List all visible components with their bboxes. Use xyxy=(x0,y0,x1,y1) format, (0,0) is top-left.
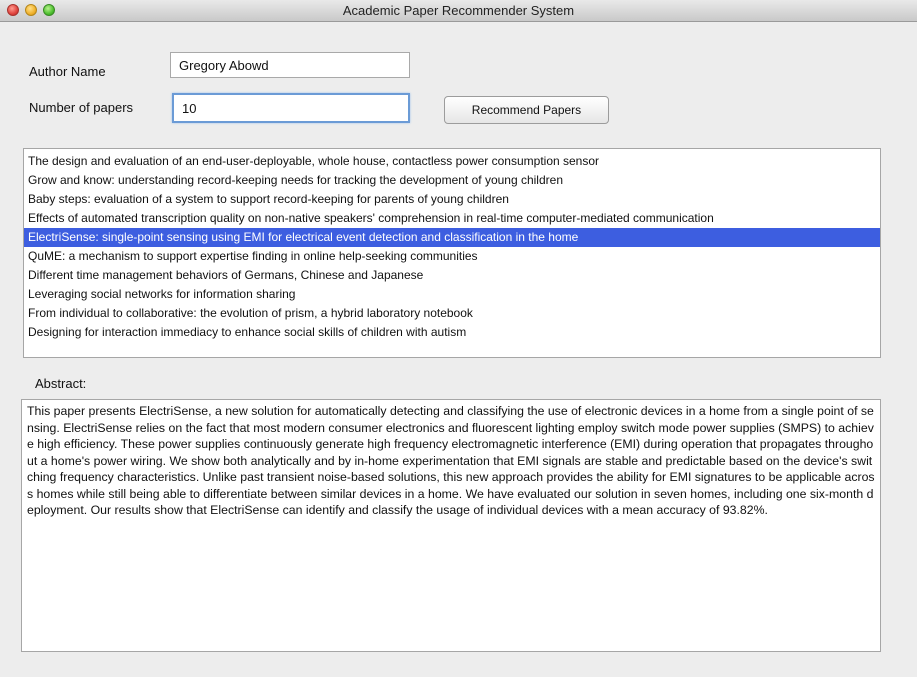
paper-list-item[interactable]: Different time management behaviors of G… xyxy=(24,266,880,285)
paper-list-item[interactable]: Leveraging social networks for informati… xyxy=(24,285,880,304)
paper-list-item[interactable]: The design and evaluation of an end-user… xyxy=(24,152,880,171)
paper-list[interactable]: The design and evaluation of an end-user… xyxy=(23,148,881,358)
paper-list-item[interactable]: Effects of automated transcription quali… xyxy=(24,209,880,228)
number-of-papers-input[interactable] xyxy=(172,93,410,123)
paper-list-item[interactable]: From individual to collaborative: the ev… xyxy=(24,304,880,323)
author-name-label: Author Name xyxy=(29,64,106,79)
title-bar: Academic Paper Recommender System xyxy=(0,0,917,22)
window-title: Academic Paper Recommender System xyxy=(342,3,575,18)
number-of-papers-label: Number of papers xyxy=(29,100,134,115)
paper-list-item[interactable]: Baby steps: evaluation of a system to su… xyxy=(24,190,880,209)
abstract-text: This paper presents ElectriSense, a new … xyxy=(27,404,875,517)
abstract-label: Abstract: xyxy=(35,376,87,391)
abstract-textarea[interactable]: This paper presents ElectriSense, a new … xyxy=(21,399,881,652)
author-name-input[interactable] xyxy=(170,52,410,78)
paper-list-item[interactable]: QuME: a mechanism to support expertise f… xyxy=(24,247,880,266)
recommend-papers-button[interactable]: Recommend Papers xyxy=(444,96,609,124)
paper-list-item[interactable]: Grow and know: understanding record-keep… xyxy=(24,171,880,190)
paper-list-item[interactable]: ElectriSense: single-point sensing using… xyxy=(24,228,880,247)
paper-list-item[interactable]: Designing for interaction immediacy to e… xyxy=(24,323,880,342)
